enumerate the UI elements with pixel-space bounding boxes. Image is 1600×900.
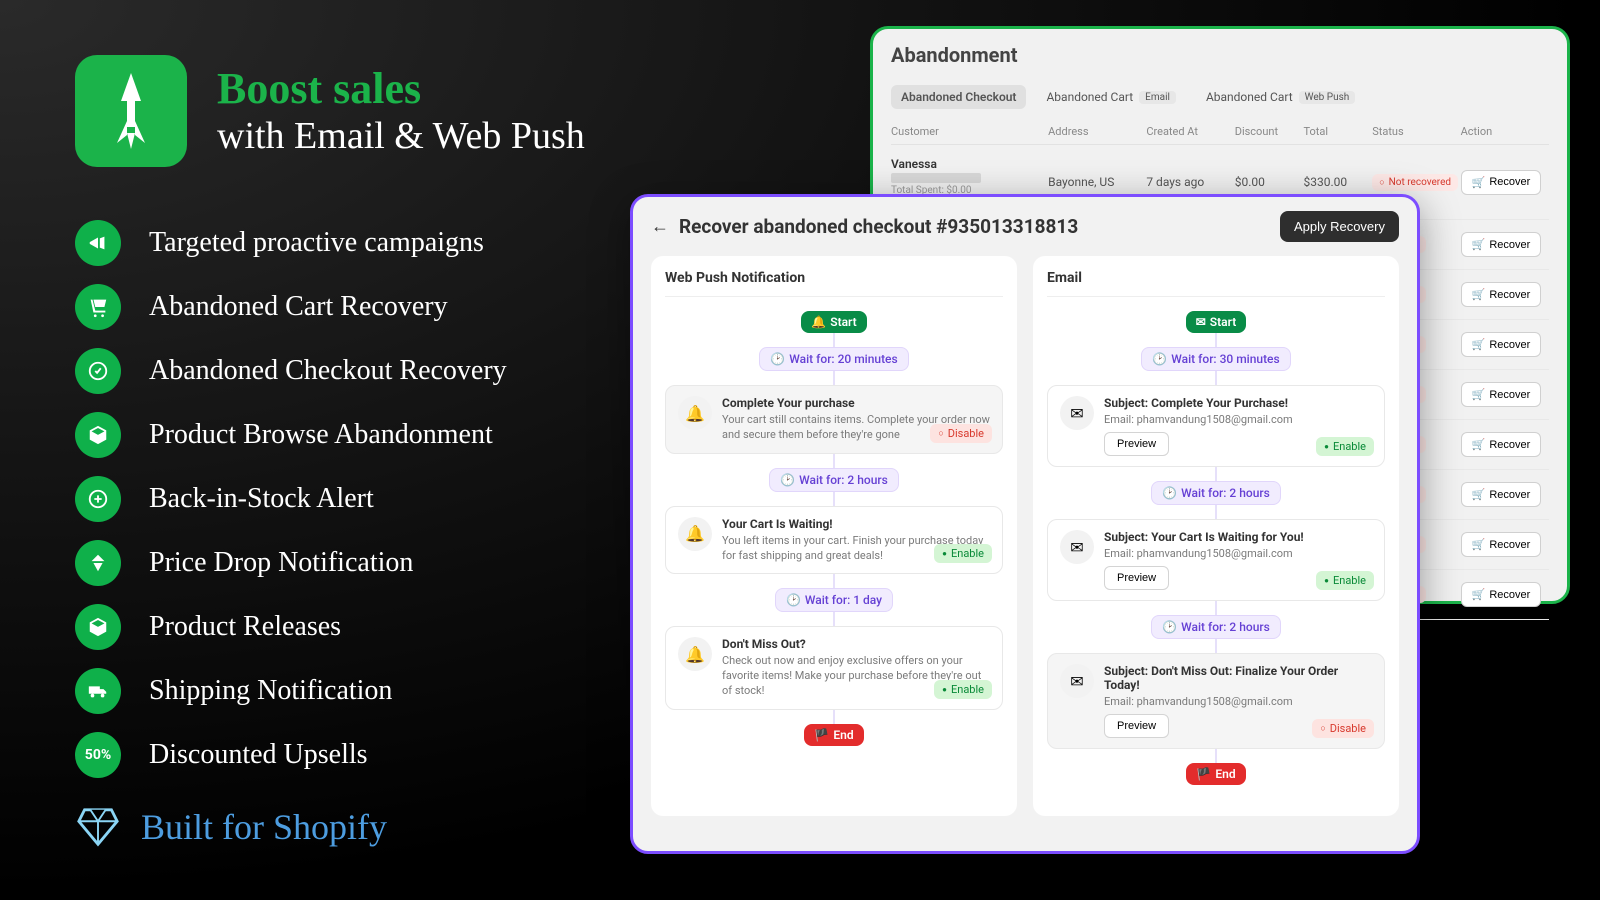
truck-icon xyxy=(75,668,121,714)
feature-item: 50% Discounted Upsells xyxy=(75,732,507,778)
built-for-label: Built for Shopify xyxy=(141,806,387,848)
discount-icon: 50% xyxy=(75,732,121,778)
wait-pill: 🕑 Wait for: 20 minutes xyxy=(759,347,908,371)
push-step[interactable]: 🔔 Your Cart Is Waiting! You left items i… xyxy=(665,506,1003,575)
tab-abandoned-cart-email[interactable]: Abandoned CartEmail xyxy=(1036,85,1185,109)
back-arrow-icon[interactable]: ← xyxy=(651,216,669,237)
recover-button[interactable]: 🛒 Recover xyxy=(1461,282,1542,307)
recover-button[interactable]: 🛒 Recover xyxy=(1461,532,1542,557)
cart-icon xyxy=(75,284,121,330)
feature-label: Product Browse Abandonment xyxy=(149,419,493,451)
feature-label: Price Drop Notification xyxy=(149,547,413,579)
recover-button[interactable]: 🛒 Recover xyxy=(1461,432,1542,457)
feature-label: Abandoned Cart Recovery xyxy=(149,291,448,323)
status-badge: Not recovered xyxy=(1372,174,1458,191)
panel-title: Abandonment xyxy=(891,43,1549,67)
mail-icon: ✉ xyxy=(1060,530,1094,564)
stock-icon xyxy=(75,476,121,522)
bell-icon: 🔔 xyxy=(678,517,712,551)
box-icon xyxy=(75,412,121,458)
diamond-icon xyxy=(75,804,121,850)
preview-button[interactable]: Preview xyxy=(1104,432,1169,456)
status-badge: Disable xyxy=(1312,719,1374,738)
bell-icon: 🔔 xyxy=(678,637,712,671)
status-badge: Disable xyxy=(930,424,992,443)
recover-button[interactable]: 🛒 Recover xyxy=(1461,170,1542,195)
preview-button[interactable]: Preview xyxy=(1104,714,1169,738)
panel-title: Recover abandoned checkout #935013318813 xyxy=(679,215,1078,238)
mail-icon: ✉ xyxy=(1060,396,1094,430)
table-header: CustomerAddressCreated AtDiscountTotalSt… xyxy=(891,119,1549,145)
feature-label: Product Releases xyxy=(149,611,341,643)
recovery-flow-panel: ← Recover abandoned checkout #9350133188… xyxy=(630,194,1420,854)
customer-name: Vanessa xyxy=(891,157,1048,171)
rocket-icon xyxy=(99,71,163,151)
recover-button[interactable]: 🛒 Recover xyxy=(1461,332,1542,357)
recover-button[interactable]: 🛒 Recover xyxy=(1461,382,1542,407)
status-badge: Enable xyxy=(934,680,992,699)
wait-pill: 🕑 Wait for: 30 minutes xyxy=(1141,347,1290,371)
wait-pill: 🕑 Wait for: 1 day xyxy=(775,588,893,612)
tabs: Abandoned Checkout Abandoned CartEmail A… xyxy=(891,85,1549,109)
preview-button[interactable]: Preview xyxy=(1104,566,1169,590)
email-column: Email ✉ Start 🕑 Wait for: 30 minutes ✉ S… xyxy=(1033,256,1399,816)
features-list: Targeted proactive campaigns Abandoned C… xyxy=(75,220,507,796)
feature-item: Price Drop Notification xyxy=(75,540,507,586)
tab-abandoned-cart-push[interactable]: Abandoned CartWeb Push xyxy=(1196,85,1365,109)
megaphone-icon xyxy=(75,220,121,266)
tab-abandoned-checkout[interactable]: Abandoned Checkout xyxy=(891,85,1026,109)
wait-pill: 🕑 Wait for: 2 hours xyxy=(769,468,899,492)
wait-pill: 🕑 Wait for: 2 hours xyxy=(1151,615,1281,639)
email-step[interactable]: ✉ Subject: Complete Your Purchase! Email… xyxy=(1047,385,1385,467)
end-pill: 🏴 End xyxy=(1186,763,1245,785)
recover-button[interactable]: 🛒 Recover xyxy=(1461,232,1542,257)
column-title: Web Push Notification xyxy=(665,270,1003,297)
apply-recovery-button[interactable]: Apply Recovery xyxy=(1280,211,1399,242)
price-drop-icon xyxy=(75,540,121,586)
bell-icon: 🔔 xyxy=(678,396,712,430)
start-pill: 🔔 Start xyxy=(801,311,866,333)
start-pill: ✉ Start xyxy=(1186,311,1247,333)
feature-item: Product Releases xyxy=(75,604,507,650)
feature-item: Abandoned Checkout Recovery xyxy=(75,348,507,394)
email-step[interactable]: ✉ Subject: Your Cart Is Waiting for You!… xyxy=(1047,519,1385,601)
feature-item: Product Browse Abandonment xyxy=(75,412,507,458)
status-badge: Enable xyxy=(1316,437,1374,456)
feature-item: Back-in-Stock Alert xyxy=(75,476,507,522)
web-push-column: Web Push Notification 🔔 Start 🕑 Wait for… xyxy=(651,256,1017,816)
hero-line-2: with Email & Web Push xyxy=(217,114,585,158)
hero-line-1: Boost sales xyxy=(217,63,585,114)
end-pill: 🏴 End xyxy=(804,724,863,746)
wait-pill: 🕑 Wait for: 2 hours xyxy=(1151,481,1281,505)
feature-label: Targeted proactive campaigns xyxy=(149,227,484,259)
status-badge: Enable xyxy=(934,544,992,563)
feature-item: Abandoned Cart Recovery xyxy=(75,284,507,330)
built-for-badge: Built for Shopify xyxy=(75,804,387,850)
push-step[interactable]: 🔔 Don't Miss Out? Check out now and enjo… xyxy=(665,626,1003,710)
column-title: Email xyxy=(1047,270,1385,297)
release-icon xyxy=(75,604,121,650)
recover-button[interactable]: 🛒 Recover xyxy=(1461,582,1542,607)
email-step[interactable]: ✉ Subject: Don't Miss Out: Finalize Your… xyxy=(1047,653,1385,749)
hero: Boost sales with Email & Web Push xyxy=(75,55,585,167)
feature-label: Abandoned Checkout Recovery xyxy=(149,355,507,387)
recover-button[interactable]: 🛒 Recover xyxy=(1461,482,1542,507)
feature-label: Back-in-Stock Alert xyxy=(149,483,374,515)
checkout-icon xyxy=(75,348,121,394)
feature-item: Shipping Notification xyxy=(75,668,507,714)
feature-item: Targeted proactive campaigns xyxy=(75,220,507,266)
status-badge: Enable xyxy=(1316,571,1374,590)
app-logo xyxy=(75,55,187,167)
feature-label: Discounted Upsells xyxy=(149,739,368,771)
push-step[interactable]: 🔔 Complete Your purchase Your cart still… xyxy=(665,385,1003,454)
feature-label: Shipping Notification xyxy=(149,675,392,707)
mail-icon: ✉ xyxy=(1060,664,1094,698)
